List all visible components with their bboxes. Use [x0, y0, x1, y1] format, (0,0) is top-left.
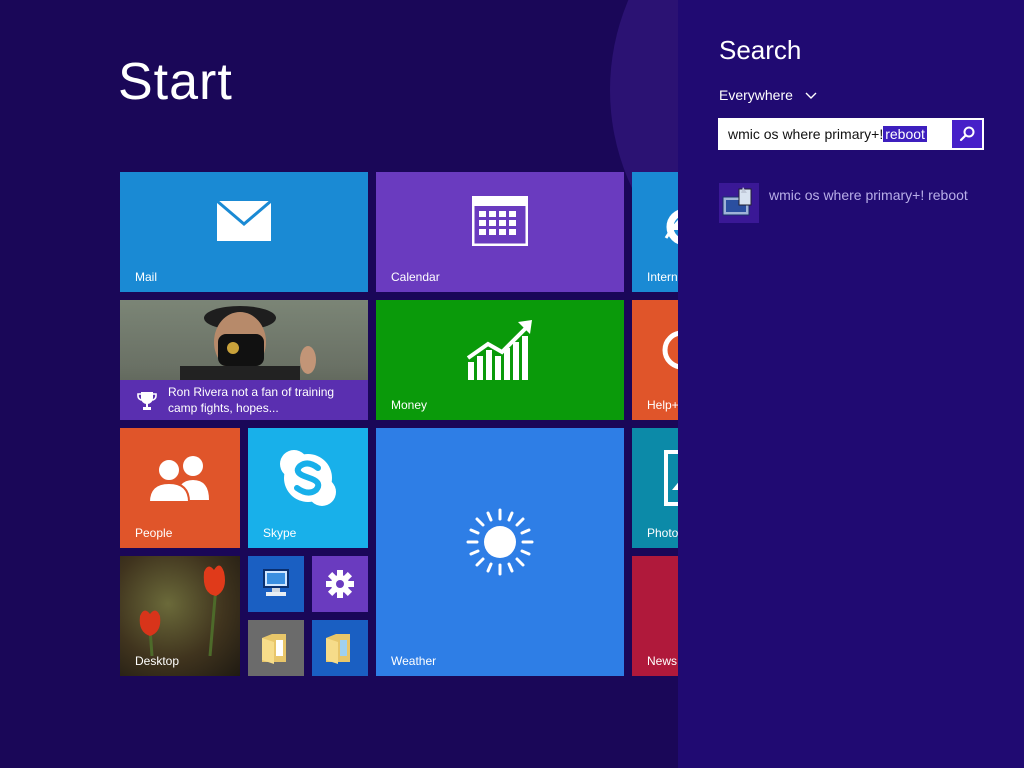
tile-people-label: People	[135, 526, 173, 540]
tile-internet-explorer[interactable]: Intern	[632, 172, 678, 292]
help-icon	[662, 330, 678, 370]
tile-help[interactable]: Help+	[632, 300, 678, 420]
tulip-wallpaper	[139, 565, 225, 656]
tile-mail-label: Mail	[135, 270, 158, 284]
tile-internet-explorer-label: Intern	[647, 270, 678, 284]
start-title: Start	[118, 53, 233, 111]
tile-photos-label: Photo	[647, 526, 678, 540]
tile-news-label: News	[647, 654, 678, 668]
search-result-label: wmic os where primary+! reboot	[769, 187, 968, 203]
people-icon	[147, 456, 209, 502]
tile-calendar[interactable]: Calendar	[376, 172, 624, 292]
tile-desktop-label: Desktop	[135, 654, 180, 668]
tile-weather-label: Weather	[391, 654, 437, 668]
magnifier-icon	[959, 126, 975, 142]
start-screen: Start Mail Calendar Intern Ron Rivera no…	[0, 0, 678, 768]
news-headline: Ron Rivera not a fan of training camp fi…	[168, 385, 335, 415]
search-query-text: wmic os where primary+!	[728, 126, 884, 142]
news-caption-bar: Ron Rivera not a fan of training camp fi…	[120, 380, 368, 420]
tile-this-pc[interactable]	[248, 556, 304, 612]
tile-people[interactable]: People	[120, 428, 240, 548]
search-scope-label: Everywhere	[719, 87, 793, 103]
search-input-text[interactable]: wmic os where primary+! reboot	[728, 126, 927, 142]
search-scope-dropdown[interactable]: Everywhere	[719, 87, 817, 103]
photos-icon	[664, 450, 678, 506]
tile-file-explorer[interactable]	[312, 620, 368, 676]
search-result-item[interactable]: wmic os where primary+! reboot	[719, 183, 1009, 225]
gear-icon	[326, 570, 354, 598]
tile-money[interactable]: Money	[376, 300, 624, 420]
search-title: Search	[719, 35, 802, 65]
sun-icon	[466, 508, 534, 576]
tile-help-label: Help+	[647, 398, 678, 412]
calendar-icon	[472, 196, 528, 246]
tile-documents[interactable]	[248, 620, 304, 676]
folder-icon	[326, 634, 350, 664]
search-query-selected-text: reboot	[883, 126, 927, 142]
command-prompt-icon	[719, 183, 759, 223]
envelope-icon	[216, 200, 272, 241]
search-pane: Search Everywhere wmic os where primary+…	[678, 0, 1024, 768]
chart-icon	[466, 320, 532, 380]
computer-icon	[263, 569, 289, 596]
tile-sports-news[interactable]: Ron Rivera not a fan of training camp fi…	[120, 300, 368, 420]
trophy-icon	[137, 392, 157, 410]
internet-explorer-icon	[664, 209, 678, 245]
tile-desktop[interactable]: Desktop	[120, 556, 240, 676]
tile-weather[interactable]: Weather	[376, 428, 624, 676]
search-submit-button[interactable]	[952, 120, 982, 148]
folder-icon	[262, 634, 286, 664]
tile-photos[interactable]: Photo	[632, 428, 678, 548]
tile-calendar-label: Calendar	[391, 270, 440, 284]
tile-mail[interactable]: Mail	[120, 172, 368, 292]
tile-news[interactable]: News	[632, 556, 678, 676]
tile-skype-label: Skype	[263, 526, 297, 540]
skype-icon	[280, 450, 336, 506]
news-photo	[180, 306, 316, 382]
tile-money-label: Money	[391, 398, 428, 412]
tile-skype[interactable]: Skype	[248, 428, 368, 548]
tile-pc-settings[interactable]	[312, 556, 368, 612]
search-input[interactable]: wmic os where primary+! reboot	[718, 118, 984, 150]
chevron-down-icon	[805, 92, 817, 100]
